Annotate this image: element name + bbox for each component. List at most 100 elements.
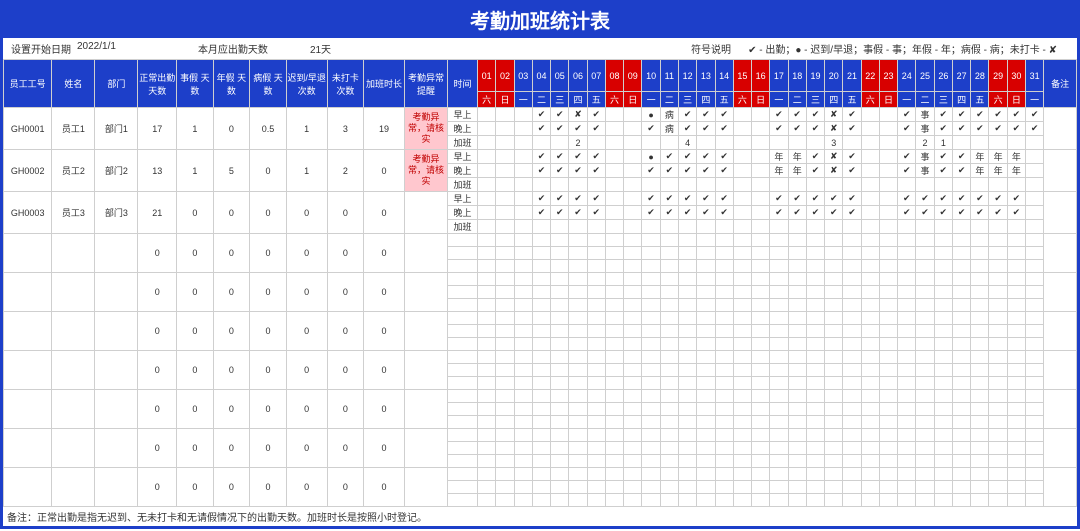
cell: ✔ [551,108,569,122]
cell: 1 [286,108,327,150]
cell: ✔ [916,192,934,206]
cell [642,247,660,260]
cell [806,494,824,507]
cell [496,178,514,192]
cell [52,273,95,312]
cell [916,234,934,247]
cell [587,286,605,299]
cell [770,136,788,150]
cell [624,108,642,122]
cell [514,312,532,325]
cell [733,455,751,468]
cell [551,390,569,403]
cell: ✔ [697,206,715,220]
cell: ✔ [660,206,678,220]
cell [605,220,623,234]
cell [861,455,879,468]
cell [715,338,733,351]
cell [532,455,550,468]
cell [496,164,514,178]
cell [879,220,897,234]
cell: ✔ [587,122,605,136]
cell: 3 [327,108,364,150]
cell: 事 [916,150,934,164]
cell [770,351,788,364]
cell [447,286,477,299]
cell [733,220,751,234]
cell: 事 [916,108,934,122]
cell [642,178,660,192]
cell [1007,286,1025,299]
cell [496,108,514,122]
cell: 1 [286,150,327,192]
cell [1007,312,1025,325]
cell [642,286,660,299]
cell: ✔ [551,206,569,220]
cell [697,468,715,481]
cell [587,416,605,429]
cell [587,481,605,494]
cell [752,273,770,286]
cell [496,260,514,273]
cell: ✔ [678,206,696,220]
cell [715,481,733,494]
cell [916,481,934,494]
cell [4,234,52,273]
cell [569,178,587,192]
cell: ✔ [898,164,916,178]
cell [861,416,879,429]
cell: ✔ [971,206,989,220]
cell [1007,351,1025,364]
cell [678,260,696,273]
cell [496,429,514,442]
cell [752,150,770,164]
h-weekday: 三 [934,92,952,108]
cell [1007,442,1025,455]
h-late: 迟到/早退 次数 [286,60,327,108]
cell: ✔ [642,122,660,136]
cell [514,377,532,390]
cell [1007,178,1025,192]
cell [1026,150,1044,164]
cell [861,286,879,299]
cell [587,260,605,273]
cell [660,312,678,325]
cell: ✔ [660,192,678,206]
cell [788,286,806,299]
cell [551,299,569,312]
cell [605,150,623,164]
cell [447,403,477,416]
cell: 年 [1007,150,1025,164]
cell [788,312,806,325]
cell [752,390,770,403]
cell [825,494,843,507]
cell [825,455,843,468]
cell [587,234,605,247]
cell [678,494,696,507]
cell [551,136,569,150]
cell [447,273,477,286]
cell: 0 [177,234,214,273]
cell: ✔ [715,108,733,122]
cell [642,468,660,481]
cell [95,468,138,507]
cell: ✔ [551,192,569,206]
cell [806,481,824,494]
cell [843,468,861,481]
cell [952,260,970,273]
cell: ✔ [697,192,715,206]
cell [642,364,660,377]
cell [971,481,989,494]
cell [478,260,496,273]
meta-bar: 设置开始日期 2022/1/1 本月应出勤天数 21天 符号说明 ✔ - 出勤；… [3,38,1077,59]
cell [788,494,806,507]
cell: 部门2 [95,150,138,192]
cell [898,390,916,403]
cell [478,150,496,164]
cell [952,136,970,150]
cell [551,338,569,351]
cell [733,150,751,164]
cell [642,455,660,468]
cell [52,312,95,351]
cell [605,377,623,390]
